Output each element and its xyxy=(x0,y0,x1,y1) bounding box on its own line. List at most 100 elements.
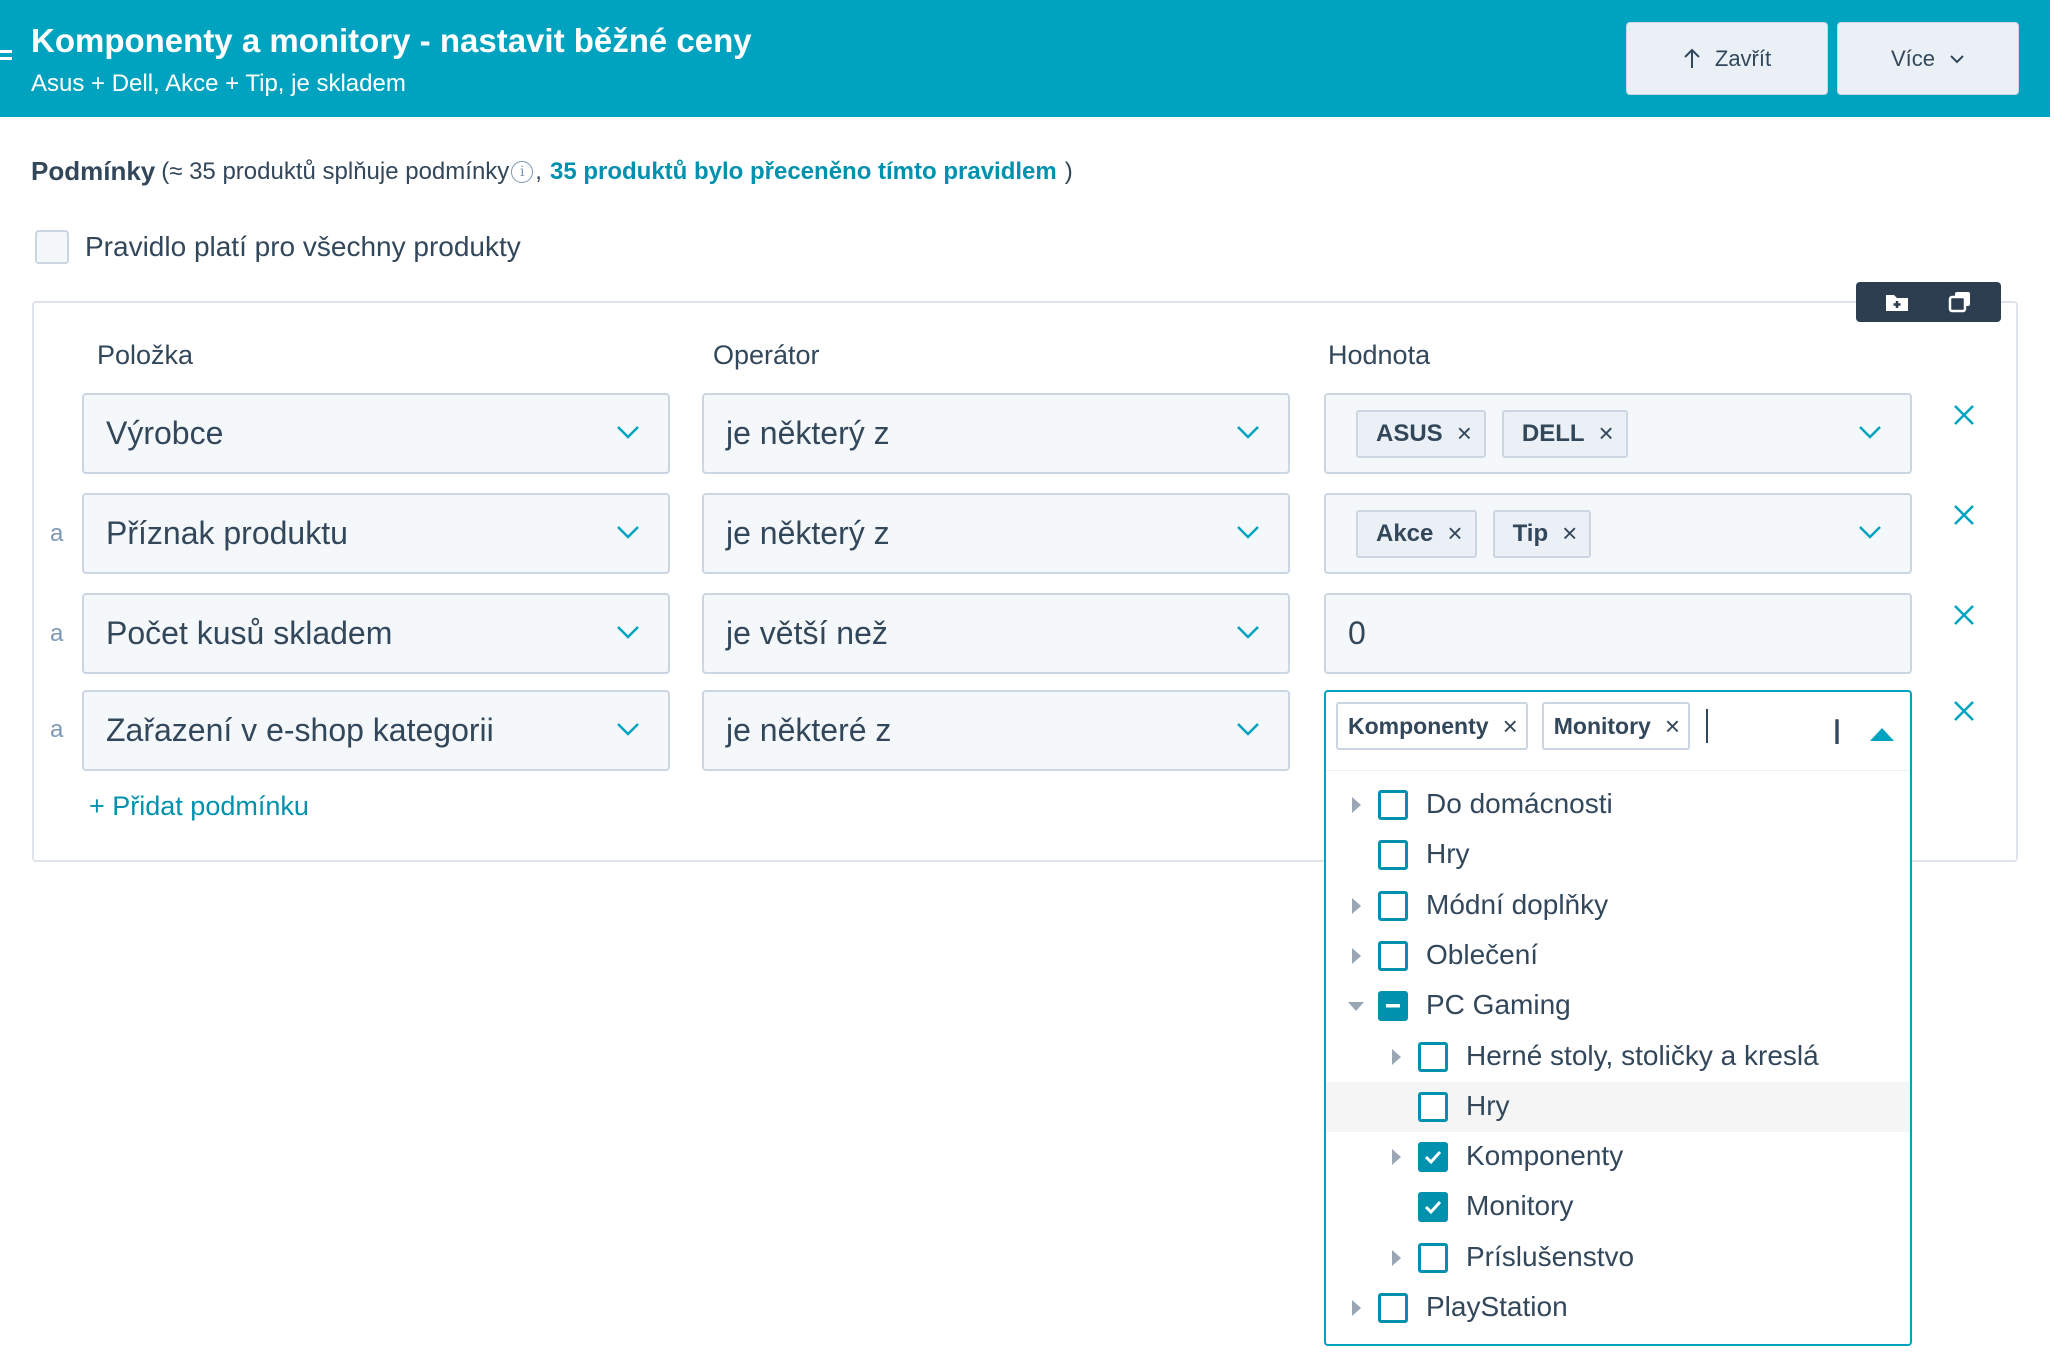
remove-condition-icon[interactable] xyxy=(1952,699,1976,723)
condition-item-select[interactable]: Výrobce xyxy=(82,393,670,474)
chevron-down-icon xyxy=(617,723,639,736)
tree-item[interactable]: Hry xyxy=(1326,830,1910,880)
tree-item-label: Monitory xyxy=(1466,1190,1574,1222)
chevron-down-icon xyxy=(1237,426,1259,439)
text-cursor-icon: I xyxy=(1832,713,1843,753)
condition-operator-select[interactable]: je některé z xyxy=(702,690,1290,771)
category-checkbox[interactable] xyxy=(1418,1041,1448,1072)
dropdown-separator xyxy=(1326,770,1910,771)
expand-arrow-icon[interactable] xyxy=(1352,797,1361,813)
summary-comma: , xyxy=(535,157,542,185)
tree-item-label: PlayStation xyxy=(1426,1291,1568,1322)
value-tag: DELL × xyxy=(1501,409,1628,458)
tag-remove-icon[interactable]: × xyxy=(1457,418,1472,449)
column-header-item: Položka xyxy=(97,340,194,370)
tag-label: Komponenty xyxy=(1348,712,1489,739)
category-checkbox[interactable] xyxy=(1418,1242,1448,1273)
condition-operator-value: je některý z xyxy=(726,415,890,451)
tree-item[interactable]: Herné stoly, stoličky a kreslá xyxy=(1326,1032,1910,1082)
condition-operator-select[interactable]: je některý z xyxy=(702,493,1290,574)
category-checkbox[interactable] xyxy=(1418,1091,1448,1122)
remove-condition-icon[interactable] xyxy=(1952,503,1976,527)
expand-arrow-icon[interactable] xyxy=(1352,947,1361,964)
chevron-down-icon xyxy=(1859,526,1881,539)
tree-item[interactable]: Hry xyxy=(1326,1081,1910,1132)
condition-item-select[interactable]: Příznak produktu xyxy=(82,493,670,574)
more-button[interactable]: Více xyxy=(1837,22,2019,95)
tag-remove-icon[interactable]: × xyxy=(1665,711,1680,742)
tree-item[interactable]: Komponenty xyxy=(1326,1132,1910,1182)
tree-item[interactable]: Príslušenstvo xyxy=(1326,1233,1910,1283)
value-tag: ASUS × xyxy=(1356,409,1486,458)
copy-icon[interactable] xyxy=(1947,290,1973,314)
condition-item-select[interactable]: Zařazení v e-shop kategorii xyxy=(82,690,670,771)
condition-item-value: Výrobce xyxy=(106,415,224,451)
tag-label: Monitory xyxy=(1553,712,1651,739)
condition-value-multiselect[interactable]: ASUS × DELL × xyxy=(1324,393,1912,474)
tag-label: ASUS xyxy=(1376,419,1443,447)
tree-item-label: Komponenty xyxy=(1466,1140,1624,1172)
expand-arrow-icon[interactable] xyxy=(1392,1048,1401,1065)
remove-condition-icon[interactable] xyxy=(1952,603,1976,627)
value-tag: Tip × xyxy=(1492,509,1592,558)
collapse-arrow-icon[interactable] xyxy=(1870,728,1894,741)
tree-item-label: Do domácnosti xyxy=(1426,788,1613,819)
tree-item[interactable]: Do domácnosti xyxy=(1326,780,1910,830)
category-checkbox[interactable] xyxy=(1378,790,1408,820)
collapse-arrow-icon[interactable] xyxy=(1348,1002,1364,1012)
tree-item[interactable]: Monitory xyxy=(1326,1182,1910,1232)
selected-category-tags: Komponenty × Monitory × xyxy=(1336,702,1709,750)
all-products-checkbox[interactable] xyxy=(35,230,69,264)
close-button-label: Zavřít xyxy=(1714,45,1772,71)
condition-operator-select[interactable]: je některý z xyxy=(702,393,1290,474)
tree-item[interactable]: Oblečení xyxy=(1326,931,1910,981)
tree-item-label: Oblečení xyxy=(1426,938,1539,970)
info-icon[interactable]: i xyxy=(511,160,534,183)
expand-arrow-icon[interactable] xyxy=(1352,1300,1361,1316)
condition-item-value: Příznak produktu xyxy=(106,515,348,551)
category-checkbox[interactable] xyxy=(1378,940,1408,971)
expand-arrow-icon[interactable] xyxy=(1352,897,1361,914)
matching-count-text: (≈ 35 produktů splňuje podmínky xyxy=(161,157,510,185)
text-caret[interactable] xyxy=(1706,709,1709,743)
condition-operator-value: je některé z xyxy=(726,712,892,748)
up-arrow-icon xyxy=(1684,48,1700,68)
tag-remove-icon[interactable]: × xyxy=(1447,518,1462,549)
condition-item-value: Zařazení v e-shop kategorii xyxy=(106,712,494,748)
category-checkbox[interactable] xyxy=(1378,991,1408,1022)
category-checkbox[interactable] xyxy=(1378,1293,1408,1323)
tree-item[interactable]: PC Gaming xyxy=(1326,981,1910,1031)
all-products-label: Pravidlo platí pro všechny produkty xyxy=(85,231,521,262)
condition-item-select[interactable]: Počet kusů skladem xyxy=(82,593,670,674)
category-checkbox[interactable] xyxy=(1378,840,1408,871)
condition-operator-select[interactable]: je větší než xyxy=(702,593,1290,674)
tag-remove-icon[interactable]: × xyxy=(1562,518,1577,549)
checkmark-icon xyxy=(1424,1201,1442,1215)
tree-item[interactable]: Módní doplňky xyxy=(1326,881,1910,931)
category-checkbox[interactable] xyxy=(1418,1142,1448,1173)
close-button[interactable]: Zavřít xyxy=(1626,22,1828,95)
conjunction-label: a xyxy=(50,716,64,743)
all-products-option[interactable]: Pravidlo platí pro všechny produkty xyxy=(35,230,521,264)
remove-condition-icon[interactable] xyxy=(1952,403,1976,427)
category-multiselect-open[interactable]: Komponenty × Monitory × I Do domácnosti Hry… xyxy=(1324,690,1912,1346)
condition-value-input[interactable]: 0 xyxy=(1324,593,1912,674)
add-folder-icon[interactable] xyxy=(1884,291,1910,313)
expand-arrow-icon[interactable] xyxy=(1392,1149,1401,1166)
menu-handle-icon[interactable] xyxy=(0,50,12,64)
repriced-products-link[interactable]: 35 produktů bylo přeceněno tímto pravidl… xyxy=(550,158,1057,186)
tag-remove-icon[interactable]: × xyxy=(1599,418,1614,449)
chevron-down-icon xyxy=(1950,54,1964,63)
more-button-label: Více xyxy=(1890,45,1936,71)
tag-remove-icon[interactable]: × xyxy=(1503,711,1518,742)
add-condition-link[interactable]: + Přidat podmínku xyxy=(89,791,309,822)
tag-label: Tip xyxy=(1512,519,1549,547)
condition-operator-value: je některý z xyxy=(726,515,890,551)
tree-item[interactable]: PlayStation xyxy=(1326,1283,1910,1333)
category-checkbox[interactable] xyxy=(1418,1192,1448,1223)
condition-value-multiselect[interactable]: Akce × Tip × xyxy=(1324,493,1912,574)
chevron-down-icon xyxy=(617,426,639,439)
expand-arrow-icon[interactable] xyxy=(1392,1249,1401,1266)
category-checkbox[interactable] xyxy=(1378,890,1408,921)
conditions-summary: Podmínky (≈ 35 produktů splňuje podmínky… xyxy=(31,156,1073,187)
